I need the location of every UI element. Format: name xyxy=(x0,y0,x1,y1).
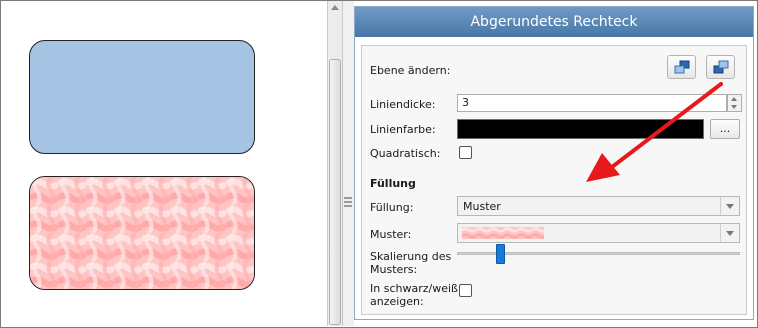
canvas-scrollbar[interactable] xyxy=(327,1,343,326)
ebene-label: Ebene ändern: xyxy=(370,64,451,77)
chevron-down-icon[interactable] xyxy=(720,197,739,215)
splitter-grip-icon[interactable] xyxy=(344,197,352,209)
panel-splitter[interactable] xyxy=(343,1,354,326)
skalierung-label-line1: Skalierung des xyxy=(370,250,452,263)
quadratisch-label: Quadratisch: xyxy=(370,147,441,160)
scroll-up-arrow-icon[interactable] xyxy=(331,5,339,10)
drawing-canvas[interactable] xyxy=(1,1,327,326)
bring-forward-icon xyxy=(713,60,729,74)
linienfarbe-label: Linienfarbe: xyxy=(370,123,436,136)
skalierung-slider-thumb[interactable] xyxy=(496,244,505,264)
line-color-swatch[interactable] xyxy=(457,119,704,139)
rounded-rectangle-blue[interactable] xyxy=(29,40,255,154)
skalierung-label-line2: Musters: xyxy=(370,263,418,276)
panel-title: Abgerundetes Rechteck xyxy=(355,7,753,37)
layer-backward-button[interactable] xyxy=(667,55,696,79)
liniendicke-input[interactable]: 3 xyxy=(457,94,727,112)
quadratisch-checkbox[interactable] xyxy=(459,146,472,159)
properties-body: Ebene ändern: Liniendicke: 3 Linienfarbe… xyxy=(361,45,747,315)
color-picker-button[interactable]: ... xyxy=(710,119,740,139)
fuellung-label: Füllung: xyxy=(370,201,414,214)
pattern-fill xyxy=(30,177,254,289)
layer-forward-button[interactable] xyxy=(706,55,735,79)
bring-backward-icon xyxy=(674,60,690,74)
chevron-down-icon[interactable] xyxy=(720,224,739,242)
fuellung-section-heading: Füllung xyxy=(370,177,416,190)
liniendicke-spinner[interactable] xyxy=(727,94,742,112)
muster-dropdown[interactable] xyxy=(457,223,740,243)
sw-label-line1: In schwarz/weiß xyxy=(370,282,458,295)
liniendicke-label: Liniendicke: xyxy=(370,98,436,111)
sw-checkbox[interactable] xyxy=(459,284,472,297)
fuellung-dropdown[interactable]: Muster xyxy=(457,196,740,216)
properties-panel: Abgerundetes Rechteck Ebene ändern: Lini… xyxy=(354,6,754,320)
fuellung-value: Muster xyxy=(463,200,501,213)
rounded-rectangle-pattern[interactable] xyxy=(29,176,255,290)
spin-up-icon[interactable] xyxy=(731,97,737,101)
scrollbar-thumb[interactable] xyxy=(329,59,341,325)
spin-down-icon[interactable] xyxy=(731,105,737,109)
pattern-preview-swatch xyxy=(462,227,544,239)
sw-label-line2: anzeigen: xyxy=(370,295,424,308)
muster-label: Muster: xyxy=(370,228,412,241)
